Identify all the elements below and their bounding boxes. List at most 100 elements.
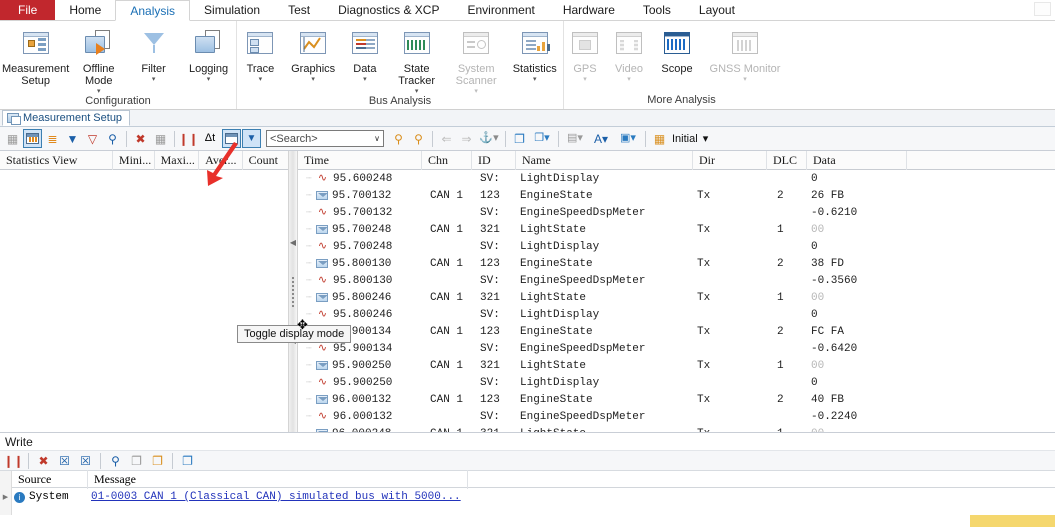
ribbon-tab-environment[interactable]: Environment [453,0,548,20]
ribbon-button-data[interactable]: Data ▾ [342,25,387,83]
chevron-down-icon[interactable]: ▾ [533,76,537,83]
ribbon-button-trace[interactable]: Trace ▾ [237,25,284,83]
table-row[interactable]: ┈ ∿ 95.900134 SV: EngineSpeedDspMeter -0.6420 [298,340,1055,357]
search-next-icon[interactable]: ⚲ [409,129,428,148]
pause-output-icon[interactable]: ❙❙ [3,451,23,470]
table-row[interactable]: ┈95.900134CAN 1123EngineStateTx2FC FA [298,323,1055,340]
export-web-icon[interactable]: ❐▾ [530,129,554,148]
ribbon-tab-tools[interactable]: Tools [629,0,685,20]
column-header-statistics-view[interactable]: Statistics View [0,150,113,170]
chevron-down-icon[interactable]: ▾ [363,76,367,83]
search-input[interactable]: <Search> ∨ [266,130,384,147]
ribbon-button-statistics[interactable]: Statistics ▾ [506,25,563,83]
clear-icon[interactable]: ✖ [131,129,150,148]
ribbon-tab-simulation[interactable]: Simulation [190,0,274,20]
column-header-maximum[interactable]: Maxi... [155,150,200,170]
table-row[interactable]: ┈ ∿ 95.800246 SV: LightDisplay 0 [298,306,1055,323]
clear-page-icon[interactable]: ☒ [76,451,95,470]
config-columns-icon[interactable]: ▦ [650,129,669,148]
chevron-down-icon[interactable]: ▾ [97,88,101,95]
ribbon-tab-analysis[interactable]: Analysis [115,0,191,21]
export-output-icon[interactable]: ❐ [178,451,197,470]
column-header-time[interactable]: Time [298,150,422,170]
remove-filter-icon[interactable]: ▽ [83,129,102,148]
ribbon-button-scope[interactable]: Scope [652,25,702,75]
chevron-down-icon[interactable]: ▾ [259,76,263,83]
ribbon-tab-diagnostics-xcp[interactable]: Diagnostics & XCP [324,0,453,20]
copy-output-icon[interactable]: ❐ [127,451,146,470]
chevron-down-icon[interactable]: ▾ [415,88,419,95]
save-output-icon[interactable]: ❐ [148,451,167,470]
ribbon-tab-layout[interactable]: Layout [685,0,749,20]
ribbon-button-graphics[interactable]: Graphics ▾ [284,25,343,83]
table-row[interactable]: ┈ ∿ 95.700132 SV: EngineSpeedDspMeter -0.6210 [298,204,1055,221]
write-row[interactable]: i System 01-0003 CAN 1 (Classical CAN) sim… [12,488,1055,506]
column-header-dir[interactable]: Dir [693,150,767,170]
panel-splitter[interactable]: ◀ ◀ [288,151,298,432]
copy-rows-icon[interactable]: ▦ [151,129,170,148]
write-cell-message[interactable]: 01-0003 CAN 1 (Classical CAN) simulated … [91,491,461,503]
window-color-icon[interactable]: ▣▾ [615,129,641,148]
show-all-icon[interactable]: ▦ [3,129,22,148]
collapse-left-icon[interactable]: ◀ [290,238,296,247]
find-output-icon[interactable]: ⚲ [106,451,125,470]
column-header-minimum[interactable]: Mini... [113,150,155,170]
table-row[interactable]: ┈ ∿ 95.600248 SV: LightDisplay 0 [298,170,1055,187]
column-filter-icon[interactable]: ▼ [242,129,261,148]
navigate-forward-icon[interactable]: ⇒ [457,129,476,148]
chevron-down-icon[interactable]: ▾ [311,76,315,83]
ribbon-button-logging[interactable]: Logging ▾ [181,25,236,83]
write-rows[interactable]: i System 01-0003 CAN 1 (Classical CAN) sim… [12,488,1055,506]
column-header-data[interactable]: Data [807,150,907,170]
column-header-chn[interactable]: Chn [422,150,472,170]
document-tab-measurement-setup[interactable]: Measurement Setup [2,110,131,126]
filter-messages-icon[interactable]: ▼ [63,129,82,148]
display-columns-icon[interactable] [23,129,42,148]
column-header-name[interactable]: Name [516,150,693,170]
search-previous-icon[interactable]: ⚲ [389,129,408,148]
clear-output-icon[interactable]: ✖ [34,451,53,470]
chevron-down-icon[interactable]: ∨ [374,134,380,143]
trace-rows[interactable]: ┈ ∿ 95.600248 SV: LightDisplay 0 ┈ 95.700132 CAN… [298,170,1055,432]
signal-list-icon[interactable]: ≣ [43,129,62,148]
ribbon-tab-hardware[interactable]: Hardware [549,0,629,20]
chevron-down-icon[interactable]: ▾ [207,76,211,83]
table-row[interactable]: ┈ 95.900250 CAN 1 321 LightState Tx 1 00 [298,357,1055,374]
ribbon-tab-home[interactable]: Home [55,0,115,20]
table-row[interactable]: ┈ 95.800246 CAN 1 321 LightState Tx 1 00 [298,289,1055,306]
ribbon-tab-test[interactable]: Test [274,0,324,20]
table-row[interactable]: ┈ 95.700132 CAN 1 123 EngineState Tx 2 26 FB [298,187,1055,204]
table-row[interactable]: ┈ 96.000248 CAN 1321LightStateTx100 [298,425,1055,432]
minimize-icon[interactable] [1034,2,1051,16]
column-header-id[interactable]: ID [472,150,516,170]
table-row[interactable]: ┈ ∿ 96.000132 SV: EngineSpeedDspMeter -0.2240 [298,408,1055,425]
column-header-source[interactable]: Source [12,469,88,489]
table-row[interactable]: ┈ ∿ 95.800130 SV: EngineSpeedDspMeter -0.3560 [298,272,1055,289]
table-row[interactable]: ┈ 95.800130 CAN 1 123 EngineState Tx 2 38 FD [298,255,1055,272]
layout-icon[interactable]: ▤▾ [563,129,587,148]
config-selector-label[interactable]: Initial [670,133,700,145]
write-gutter[interactable]: ▶ [0,471,12,515]
find-icon[interactable]: ⚲ [103,129,122,148]
ribbon-button-state-tracker[interactable]: State Tracker ▾ [387,25,446,95]
statistics-rows[interactable] [0,170,288,432]
marker-icon[interactable]: ⚓▾ [477,129,501,148]
table-row[interactable]: ┈ ∿ 95.900250 SV: LightDisplay 0 [298,374,1055,391]
ribbon-tab-file[interactable]: File [0,0,56,20]
splitter-grip[interactable] [292,276,294,307]
chevron-down-icon[interactable]: ▾ [152,76,156,83]
table-row[interactable]: ┈ ∿ 95.700248 SV: LightDisplay 0 [298,238,1055,255]
chevron-down-icon[interactable]: ▾ [701,132,711,145]
ribbon-button-filter[interactable]: Filter ▾ [126,25,181,83]
column-header-dlc[interactable]: DLC [767,150,807,170]
table-row[interactable]: ┈ 96.000132 CAN 1 123 EngineState Tx 2 40 FB [298,391,1055,408]
table-row[interactable]: ┈ 95.700248 CAN 1 321 LightState Tx 1 00 [298,221,1055,238]
navigate-back-icon[interactable]: ⇐ [437,129,456,148]
export-icon[interactable]: ❐ [510,129,529,148]
column-header-message[interactable]: Message [88,469,468,489]
clear-all-icon[interactable]: ☒ [55,451,74,470]
ribbon-button-offline-mode[interactable]: Offline Mode ▾ [71,25,126,95]
ribbon-button-measurement-setup[interactable]: Measurement Setup [0,25,71,87]
font-color-icon[interactable]: A▾ [588,129,614,148]
column-header-count[interactable]: Count [243,151,288,170]
